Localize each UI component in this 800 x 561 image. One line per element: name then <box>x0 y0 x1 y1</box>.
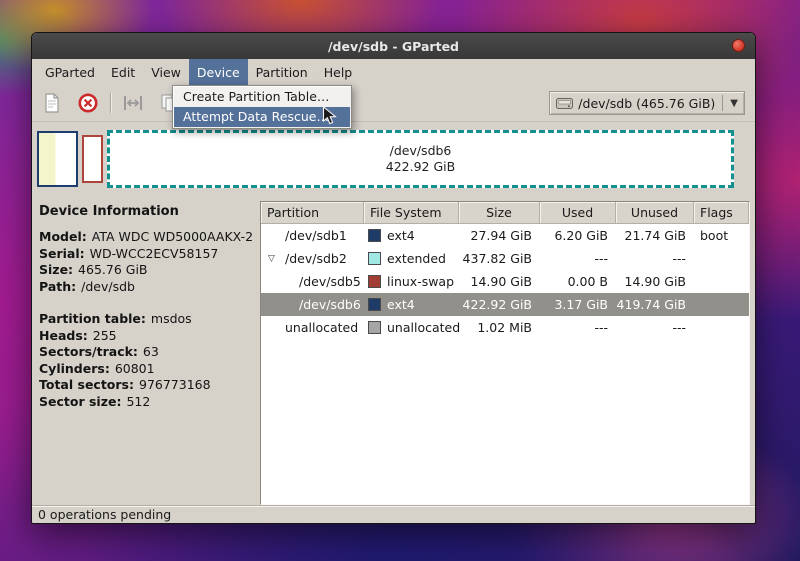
table-row-unallocated[interactable]: unallocated unallocated 1.02 MiB --- --- <box>261 316 749 339</box>
main-content: Device Information Model:ATA WDC WD5000A… <box>32 196 755 505</box>
drive-icon <box>556 97 573 110</box>
fs-color-swatch <box>368 298 381 311</box>
titlebar[interactable]: /dev/sdb - GParted <box>32 33 755 59</box>
visual-selected-size: 422.92 GiB <box>386 159 455 175</box>
toolbar-separator <box>110 93 111 113</box>
device-info-panel: Device Information Model:ATA WDC WD5000A… <box>37 201 257 505</box>
info-path: Path:/dev/sdb <box>39 279 257 296</box>
table-header: Partition File System Size Used Unused F… <box>261 202 749 224</box>
menu-help[interactable]: Help <box>316 59 361 85</box>
new-partition-icon[interactable] <box>38 89 66 117</box>
info-sector-size: Sector size:512 <box>39 394 257 411</box>
statusbar: 0 operations pending <box>32 505 755 523</box>
menubar: GParted Edit View Device Partition Help <box>32 59 755 85</box>
column-header-size[interactable]: Size <box>459 202 540 224</box>
table-row-sdb2[interactable]: ▽/dev/sdb2 extended 437.82 GiB --- --- <box>261 247 749 270</box>
expander-icon[interactable]: ▽ <box>268 254 275 264</box>
info-sectors-track: Sectors/track:63 <box>39 344 257 361</box>
delete-partition-icon[interactable] <box>74 89 102 117</box>
column-header-partition[interactable]: Partition <box>261 202 364 224</box>
menu-gparted[interactable]: GParted <box>37 59 103 85</box>
info-heads: Heads:255 <box>39 328 257 345</box>
menu-view[interactable]: View <box>143 59 189 85</box>
menu-edit[interactable]: Edit <box>103 59 143 85</box>
info-model: Model:ATA WDC WD5000AAKX-2 <box>39 229 257 246</box>
menu-device[interactable]: Device <box>189 59 248 85</box>
info-partition-table: Partition table:msdos <box>39 311 257 328</box>
device-info-title: Device Information <box>39 204 257 219</box>
column-header-filesystem[interactable]: File System <box>364 202 459 224</box>
partition-table: Partition File System Size Used Unused F… <box>260 201 750 505</box>
resize-move-icon[interactable] <box>119 89 147 117</box>
menu-item-create-partition-table[interactable]: Create Partition Table… <box>174 87 350 107</box>
window-title: /dev/sdb - GParted <box>328 39 459 54</box>
toolbar: /dev/sdb (465.76 GiB) ▼ <box>32 85 755 122</box>
info-serial: Serial:WD-WCC2ECV58157 <box>39 246 257 263</box>
table-row-sdb6-selected[interactable]: /dev/sdb6 ext4 422.92 GiB 3.17 GiB 419.7… <box>261 293 749 316</box>
visual-partition-sdb1[interactable] <box>37 131 78 187</box>
partition-visual-bar: /dev/sdb6 422.92 GiB <box>37 129 734 189</box>
info-size: Size:465.76 GiB <box>39 262 257 279</box>
column-header-flags[interactable]: Flags <box>694 202 749 224</box>
column-header-unused[interactable]: Unused <box>616 202 694 224</box>
mouse-cursor-icon <box>322 106 340 126</box>
visual-partition-sdb5[interactable] <box>82 135 103 183</box>
column-header-used[interactable]: Used <box>540 202 616 224</box>
fs-color-swatch <box>368 275 381 288</box>
chevron-down-icon: ▼ <box>730 98 740 109</box>
table-row-sdb5[interactable]: /dev/sdb5 linux-swap 14.90 GiB 0.00 B 14… <box>261 270 749 293</box>
fs-color-swatch <box>368 321 381 334</box>
menu-partition[interactable]: Partition <box>248 59 316 85</box>
table-row-sdb1[interactable]: /dev/sdb1 ext4 27.94 GiB 6.20 GiB 21.74 … <box>261 224 749 247</box>
info-cylinders: Cylinders:60801 <box>39 361 257 378</box>
device-selector-label: /dev/sdb (465.76 GiB) <box>578 96 715 111</box>
close-icon[interactable] <box>732 39 745 52</box>
fs-color-swatch <box>368 229 381 242</box>
combo-separator <box>722 95 723 111</box>
device-selector[interactable]: /dev/sdb (465.76 GiB) ▼ <box>549 91 745 115</box>
partition-visual-area: /dev/sdb6 422.92 GiB <box>32 122 755 196</box>
info-total-sectors: Total sectors:976773168 <box>39 377 257 394</box>
visual-partition-sdb6-selected[interactable]: /dev/sdb6 422.92 GiB <box>107 130 734 188</box>
gparted-window: /dev/sdb - GParted GParted Edit View Dev… <box>31 32 756 524</box>
visual-selected-name: /dev/sdb6 <box>390 143 452 159</box>
fs-color-swatch <box>368 252 381 265</box>
pending-operations-text: 0 operations pending <box>38 507 171 522</box>
